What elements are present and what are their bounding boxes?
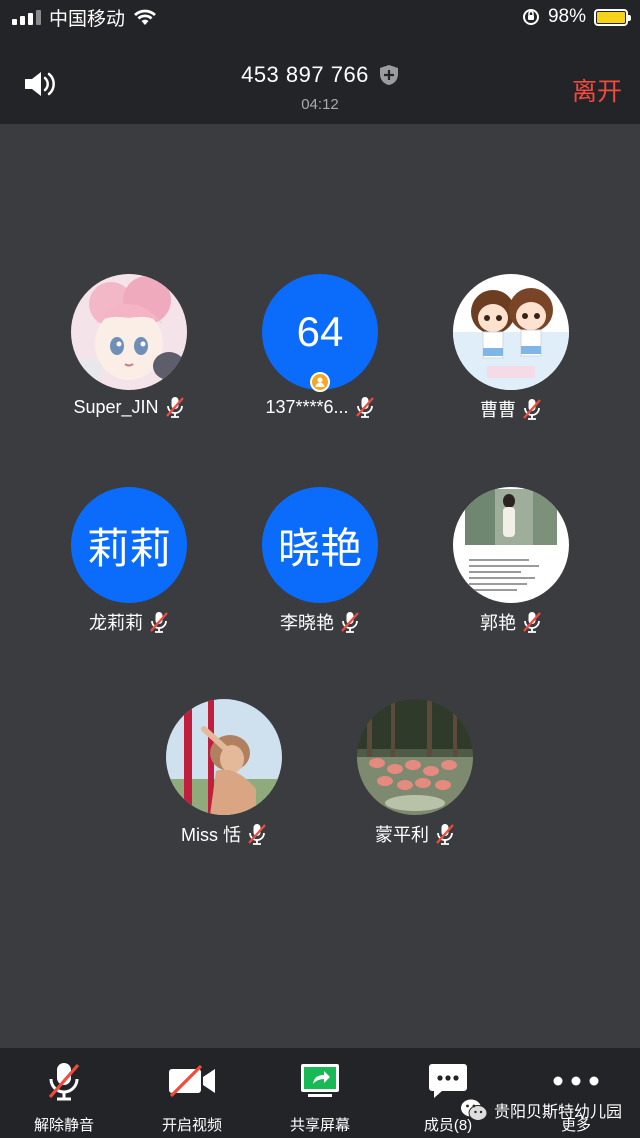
wechat-icon	[460, 1099, 488, 1121]
avatar-text: 64	[296, 308, 344, 355]
video-off-icon	[169, 1064, 215, 1098]
muted-mic-icon	[48, 1063, 80, 1101]
participant-tile[interactable]: Miss 恬	[129, 699, 319, 847]
muted-mic-icon	[165, 397, 184, 418]
meeting-id-row[interactable]: 453 897 766	[241, 62, 399, 88]
unmute-button[interactable]: 解除静音	[0, 1048, 128, 1138]
participant-tile[interactable]: 晓艳 李晓艳	[225, 487, 415, 635]
participant-name: 曹曹	[480, 400, 516, 420]
start-video-label: 开启视频	[161, 1117, 222, 1134]
participant-name: 龙莉莉	[89, 613, 143, 633]
participant-name: 137****6...	[265, 396, 349, 417]
meeting-timer: 04:12	[301, 96, 339, 113]
participant-name: 李晓艳	[280, 613, 334, 633]
participant-name: 郭艳	[480, 613, 516, 633]
members-button[interactable]: 成员(8)	[384, 1048, 512, 1138]
signal-icon	[12, 9, 41, 25]
anime-girl-avatar	[71, 274, 187, 390]
watermark: 贵阳贝斯特幼儿园	[460, 1098, 622, 1122]
battery-percent: 98%	[547, 6, 586, 27]
start-video-button[interactable]: 开启视频	[128, 1048, 256, 1138]
participant-tile[interactable]: Super_JIN	[34, 274, 224, 418]
carrier-label: 中国移动	[49, 8, 126, 30]
flamingo-photo-avatar	[357, 699, 473, 815]
meeting-header: 453 897 766 04:12 离开	[0, 34, 640, 124]
orientation-lock-icon	[522, 9, 539, 25]
share-screen-button[interactable]: 共享屏幕	[256, 1048, 384, 1138]
battery-icon	[594, 8, 631, 26]
cartoon-girls-avatar	[453, 274, 569, 390]
chat-bubble-icon	[429, 1064, 467, 1098]
photo-avatar	[453, 487, 569, 603]
text-avatar: 晓艳	[262, 487, 378, 603]
unmute-label: 解除静音	[33, 1117, 94, 1134]
wifi-icon	[134, 9, 157, 25]
text-avatar: 莉莉	[71, 487, 187, 603]
muted-mic-icon	[523, 612, 541, 633]
participant-name: Super_JIN	[73, 396, 159, 417]
participant-tile[interactable]: 64 137****6...	[225, 274, 415, 418]
participant-tile[interactable]: 蒙平利	[320, 699, 510, 847]
participant-name: 蒙平利	[375, 825, 429, 845]
more-button[interactable]: 更多	[512, 1048, 640, 1138]
muted-mic-icon	[150, 612, 168, 633]
meeting-toolbar: 解除静音 开启视频 共享屏幕 成员(8) 更多	[0, 1048, 640, 1138]
avatar-text: 莉莉	[86, 524, 171, 572]
avatar-text: 晓艳	[277, 524, 362, 572]
leave-button[interactable]: 离开	[572, 72, 622, 108]
photo-avatar	[166, 699, 282, 815]
watermark-text: 贵阳贝斯特幼儿园	[493, 1104, 622, 1121]
participant-tile[interactable]: 莉莉 龙莉莉	[34, 487, 224, 635]
meeting-id: 453 897 766	[241, 62, 369, 87]
share-screen-icon	[301, 1064, 339, 1097]
muted-mic-icon	[436, 824, 454, 845]
muted-mic-icon	[523, 399, 541, 420]
shield-icon	[379, 65, 398, 85]
muted-mic-icon	[355, 397, 374, 418]
muted-mic-icon	[248, 824, 266, 845]
more-dots-icon	[553, 1076, 599, 1086]
host-badge-icon	[310, 372, 330, 392]
participant-name: Miss 恬	[181, 825, 241, 845]
muted-mic-icon	[341, 612, 359, 633]
share-screen-label: 共享屏幕	[289, 1117, 350, 1134]
participant-tile[interactable]: 曹曹	[416, 274, 606, 422]
participant-tile[interactable]: 郭艳	[416, 487, 606, 635]
status-bar: 中国移动 98%	[0, 0, 640, 34]
